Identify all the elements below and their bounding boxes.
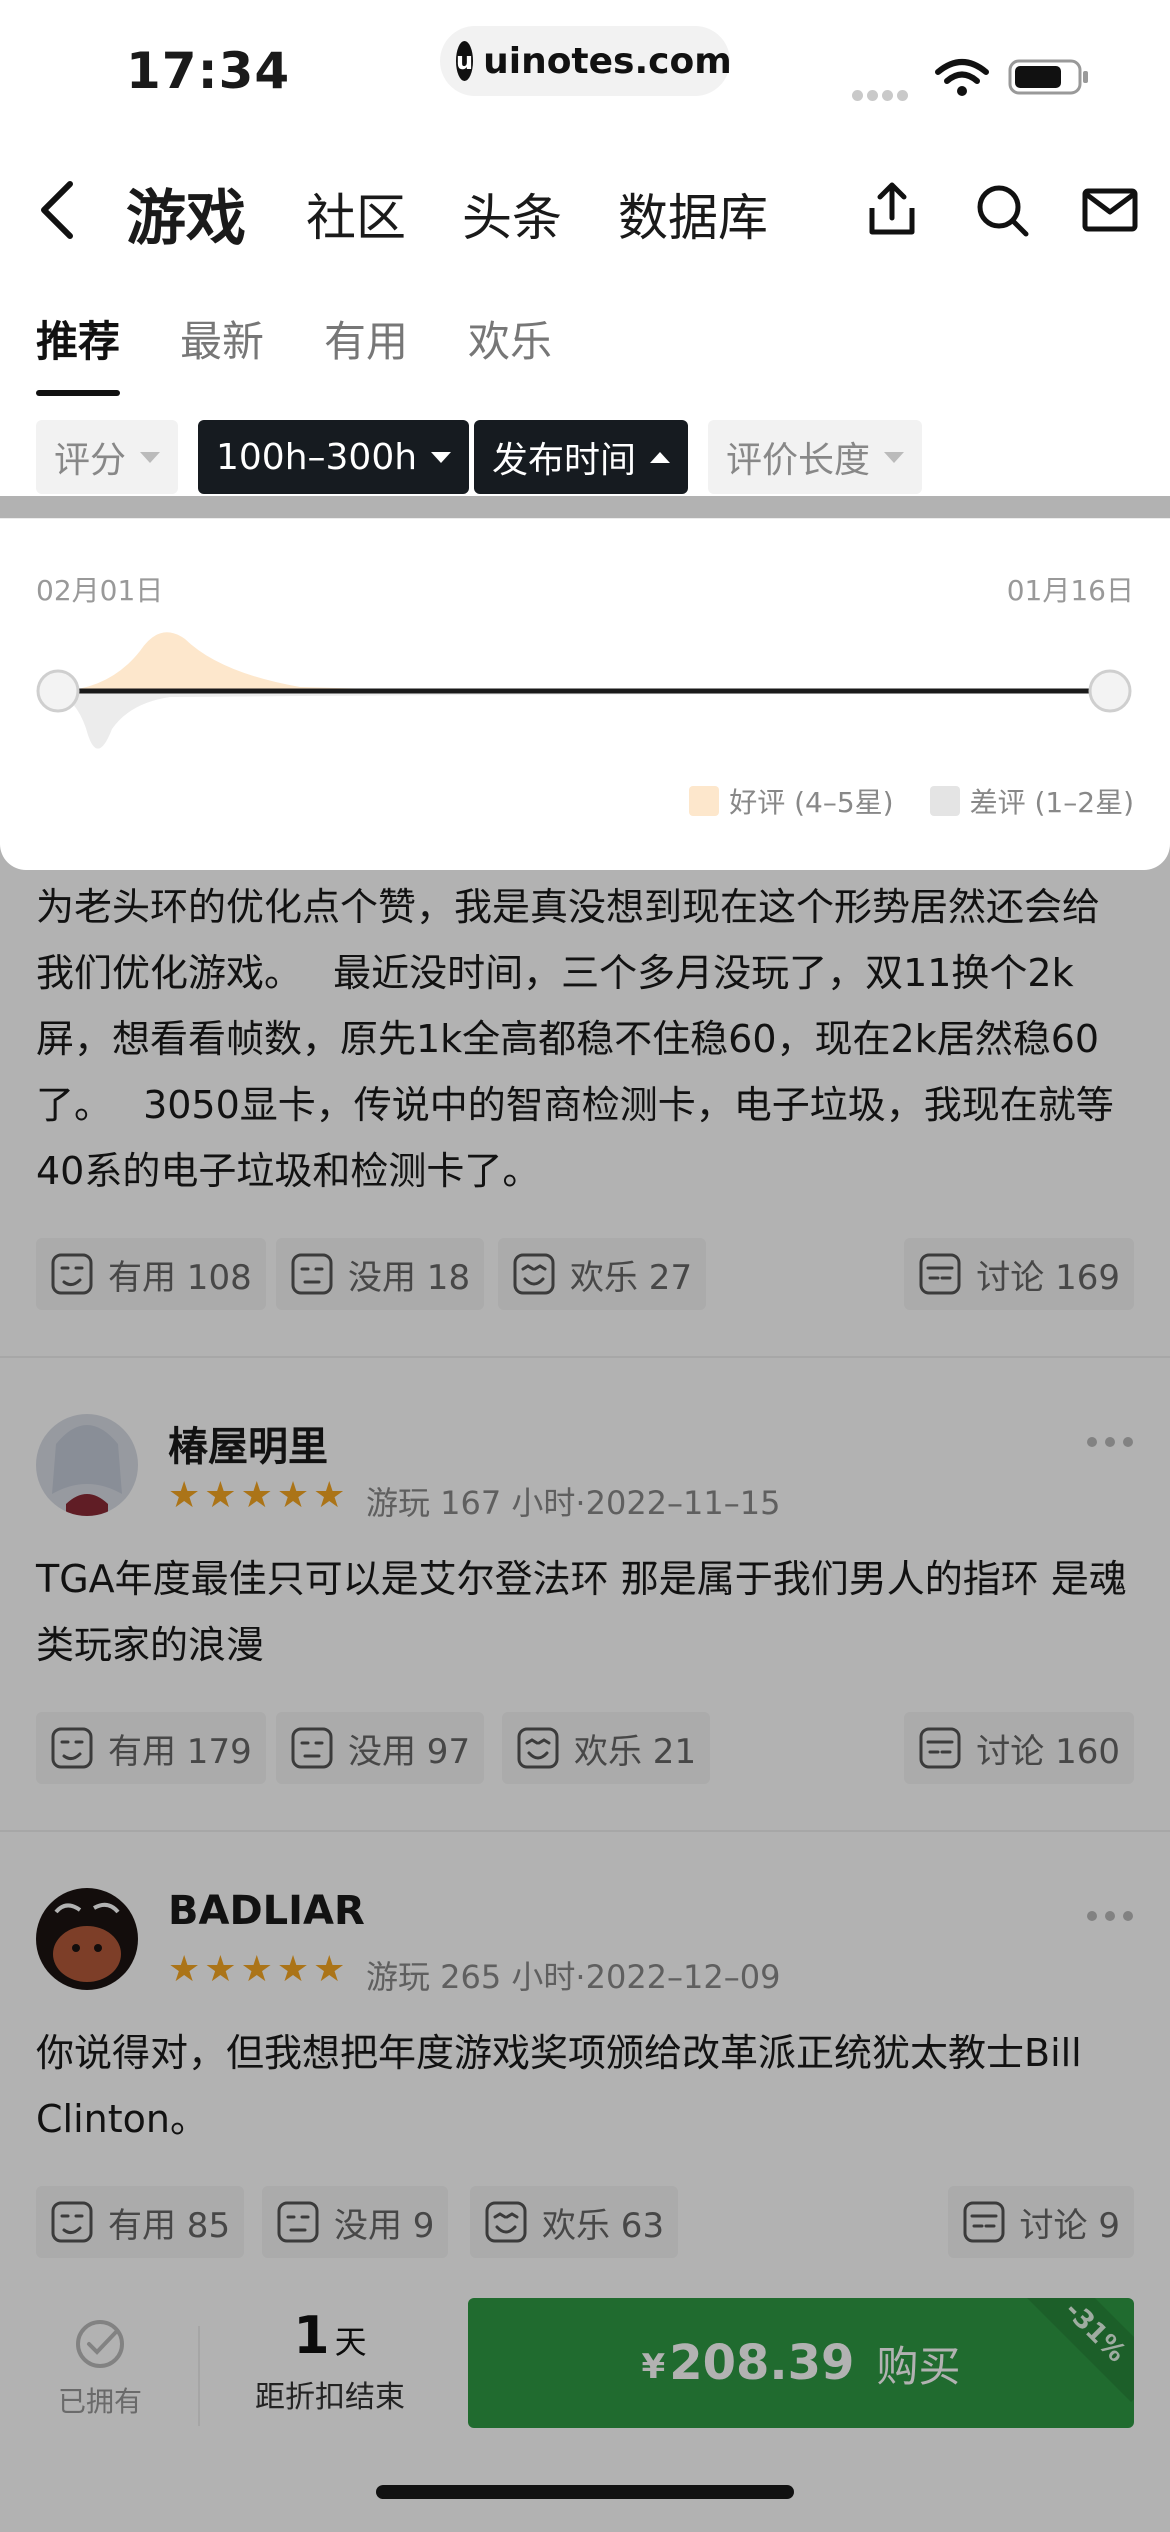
share-icon[interactable]	[862, 180, 922, 240]
filter-review-length[interactable]: 评价长度	[708, 420, 923, 494]
subtab-fun[interactable]: 欢乐	[468, 308, 552, 369]
subtab-latest[interactable]: 最新	[180, 308, 264, 369]
legend-negative: 差评 (1–2星)	[929, 781, 1134, 821]
nav-tab-community[interactable]: 社区	[306, 178, 406, 250]
subtab-active-indicator	[36, 390, 120, 396]
chevron-up-icon	[650, 451, 671, 463]
time-range-panel: 02月01日 01月16日 好评 (4–5星) 差评 (1–2星)	[0, 518, 1170, 870]
filter-rating[interactable]: 评分	[36, 420, 179, 494]
status-time: 17:34	[126, 42, 291, 100]
signal-icon	[852, 86, 914, 101]
subtab-useful[interactable]: 有用	[324, 308, 408, 369]
filter-rating-label: 评分	[54, 440, 127, 481]
review-distribution-graph	[36, 632, 1132, 749]
negative-distribution-area	[60, 693, 1060, 749]
url-pill[interactable]: u uinotes.com	[440, 26, 732, 96]
search-icon[interactable]	[972, 180, 1032, 240]
positive-distribution-area	[60, 632, 1060, 692]
home-indicator[interactable]	[376, 2485, 794, 2499]
legend-swatch-negative	[929, 786, 960, 816]
graph-legend: 好评 (4–5星) 差评 (1–2星)	[653, 781, 1134, 821]
chevron-down-icon	[884, 451, 905, 463]
mail-icon[interactable]	[1080, 180, 1140, 240]
chevron-down-icon	[431, 451, 452, 463]
wifi-icon	[935, 59, 989, 96]
nav-tab-headlines[interactable]: 头条	[462, 178, 562, 250]
nav-tab-database[interactable]: 数据库	[618, 178, 768, 250]
filter-review-length-label: 评价长度	[726, 440, 871, 481]
url-text: uinotes.com	[483, 40, 732, 82]
filter-publish-time[interactable]: 发布时间	[474, 420, 689, 494]
filter-bar: 评分 100h–300h 发布时间 评价长度	[0, 420, 1170, 496]
legend-negative-label: 差评 (1–2星)	[969, 786, 1134, 819]
filter-playtime-label: 100h–300h	[216, 436, 418, 478]
back-icon[interactable]	[34, 178, 84, 242]
top-nav: 游戏 社区 头条 数据库	[0, 160, 1170, 260]
nav-tab-games[interactable]: 游戏	[126, 170, 246, 257]
chevron-down-icon	[140, 451, 161, 463]
legend-positive-label: 好评 (4–5星)	[729, 786, 894, 819]
subtab-recommended[interactable]: 推荐	[36, 308, 120, 369]
status-bar: 17:34 u uinotes.com	[0, 0, 1170, 140]
range-end-handle	[1088, 669, 1132, 713]
site-logo-icon: u	[456, 41, 474, 81]
sub-tabs: 推荐 最新 有用 欢乐	[0, 300, 1170, 400]
range-start-handle	[36, 669, 80, 713]
filter-playtime[interactable]: 100h–300h	[198, 420, 470, 494]
legend-swatch-positive	[689, 786, 720, 816]
battery-icon	[1008, 59, 1088, 95]
filter-publish-time-label: 发布时间	[492, 440, 637, 481]
legend-positive: 好评 (4–5星)	[689, 781, 894, 821]
